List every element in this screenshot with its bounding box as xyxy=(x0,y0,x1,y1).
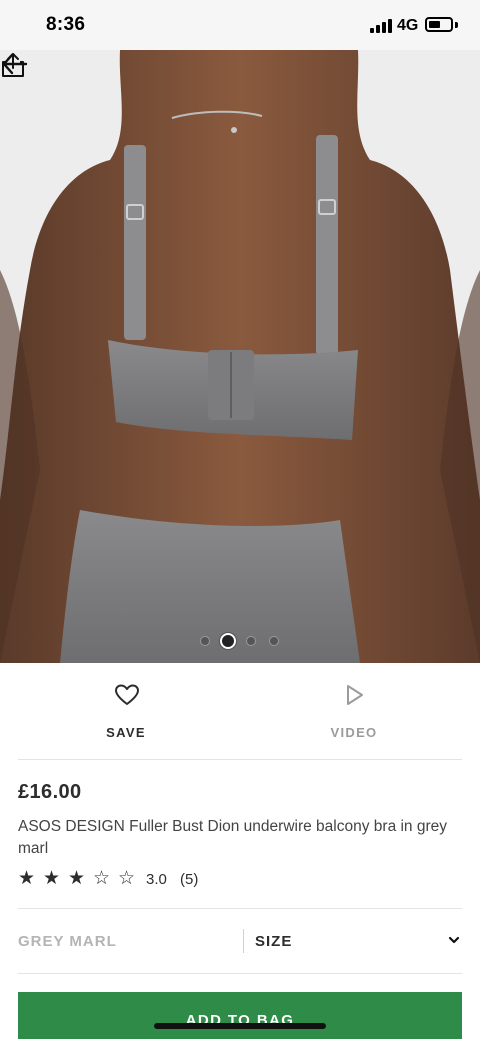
home-indicator[interactable] xyxy=(154,1023,326,1029)
divider xyxy=(18,908,462,909)
video-label: VIDEO xyxy=(330,725,378,740)
product-title: ASOS DESIGN Fuller Bust Dion underwire b… xyxy=(18,818,448,857)
product-photo xyxy=(0,50,480,663)
star-icon-filled: ★ xyxy=(68,868,86,889)
star-icon-empty: ☆ xyxy=(118,868,136,889)
battery-icon xyxy=(425,17,453,32)
size-label: SIZE xyxy=(255,933,293,950)
save-label: SAVE xyxy=(106,725,146,740)
size-dropdown[interactable]: SIZE xyxy=(244,919,466,963)
battery-cap xyxy=(455,22,458,28)
rating-value: 3.0 xyxy=(146,871,167,888)
product-price: £16.00 xyxy=(18,781,82,803)
add-to-bag-button[interactable]: ADD TO BAG xyxy=(18,992,462,1039)
colour-label: GREY MARL xyxy=(18,933,117,950)
carousel-dot xyxy=(200,636,210,646)
heart-icon xyxy=(115,684,139,705)
carousel-dot xyxy=(246,636,256,646)
product-actions: SAVE VIDEO xyxy=(0,663,480,760)
product-rating[interactable]: ★ ★ ★ ☆ ☆ 3.0 (5) xyxy=(18,869,318,889)
product-image[interactable] xyxy=(0,50,480,663)
carousel-indicator[interactable] xyxy=(198,632,288,650)
play-icon xyxy=(347,685,363,705)
star-icon-filled: ★ xyxy=(18,868,36,889)
divider xyxy=(18,973,462,974)
signal-icon xyxy=(370,19,392,33)
divider xyxy=(18,759,462,760)
star-icon-empty: ☆ xyxy=(93,868,111,889)
rating-count: (5) xyxy=(180,871,199,888)
status-bar: 8:36 4G xyxy=(0,0,480,50)
chevron-down-icon xyxy=(448,936,460,944)
network-label: 4G xyxy=(397,17,419,34)
carousel-dot-active xyxy=(220,633,236,649)
star-icon-filled: ★ xyxy=(43,868,61,889)
save-button[interactable]: SAVE xyxy=(66,683,186,743)
share-icon[interactable] xyxy=(0,50,26,78)
variant-selectors: GREY MARL SIZE xyxy=(0,919,480,963)
carousel-dot xyxy=(269,636,279,646)
status-time: 8:36 xyxy=(46,14,86,35)
video-button[interactable]: VIDEO xyxy=(294,683,414,743)
